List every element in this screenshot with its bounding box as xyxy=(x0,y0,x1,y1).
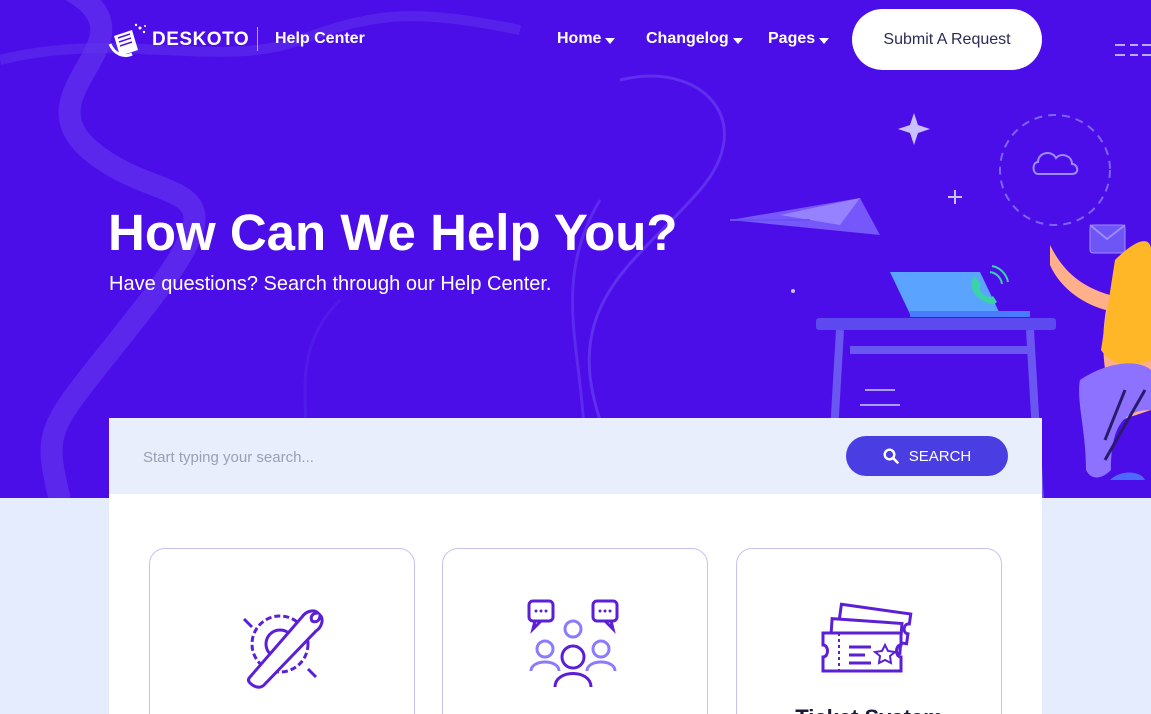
category-card[interactable] xyxy=(442,548,708,714)
search-bar: SEARCH xyxy=(109,418,1042,494)
categories-panel: Ticket System xyxy=(109,494,1042,714)
community-chat-icon xyxy=(527,599,619,688)
gear-wrench-icon xyxy=(242,609,324,689)
category-card[interactable]: Ticket System xyxy=(736,548,1002,714)
search-input[interactable] xyxy=(143,446,743,468)
category-card[interactable] xyxy=(149,548,415,714)
caret-down-icon xyxy=(605,37,616,44)
search-button-label: SEARCH xyxy=(908,447,972,465)
submit-request-button[interactable]: Submit A Request xyxy=(852,9,1042,70)
ticket-icon xyxy=(821,602,913,673)
caret-down-icon xyxy=(732,37,743,44)
search-icon xyxy=(883,448,899,464)
nav-menu-pages[interactable]: Pages xyxy=(768,30,830,48)
nav-menu-label: Pages xyxy=(768,30,816,47)
caret-down-icon xyxy=(819,37,830,44)
nav-menu-label: Home xyxy=(557,30,602,47)
category-title: Ticket System xyxy=(737,705,1001,714)
nav-divider xyxy=(257,27,258,51)
nav-menu-changelog[interactable]: Changelog xyxy=(646,30,743,48)
deskoto-logo-icon xyxy=(108,23,146,58)
search-button[interactable]: SEARCH xyxy=(846,436,1008,476)
hero-subtitle: Have questions? Search through our Help … xyxy=(109,273,552,295)
nav-menu-home[interactable]: Home xyxy=(557,30,616,48)
brand-name: DESKOTO xyxy=(152,29,250,50)
nav-menu-label: Changelog xyxy=(646,30,729,47)
help-center-link[interactable]: Help Center xyxy=(275,30,365,48)
top-navigation: DESKOTO Help Center Home Changelog Pages… xyxy=(0,0,1151,80)
hero-title: How Can We Help You? xyxy=(108,204,678,261)
brand-logo[interactable]: DESKOTO xyxy=(108,22,249,58)
